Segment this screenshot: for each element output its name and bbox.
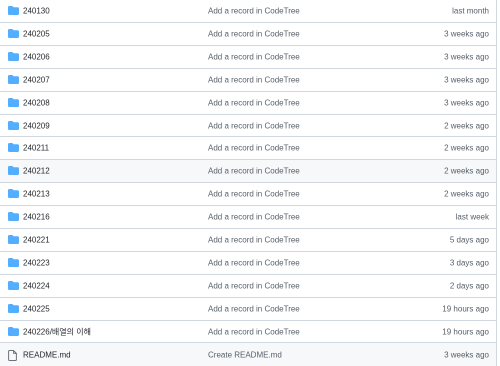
commit-message-link[interactable]: Add a record in CodeTree (208, 190, 300, 199)
commit-age: 2 days ago (449, 281, 489, 291)
folder-name-link[interactable]: 240206 (23, 52, 50, 61)
folder-icon (8, 257, 19, 268)
commit-message-link[interactable]: Add a record in CodeTree (208, 121, 300, 130)
folder-name-link[interactable]: 240225 (23, 304, 50, 313)
commit-age: 19 hours ago (442, 327, 489, 337)
folder-row[interactable]: 240213 Add a record in CodeTree 2 weeks ag… (0, 183, 496, 207)
folder-row[interactable]: 240226/배열의 이해 Add a record in CodeTree 19 … (0, 321, 496, 344)
folder-name-link[interactable]: 240208 (23, 98, 50, 107)
folder-name-link[interactable]: 240211 (23, 144, 49, 153)
folder-name-link[interactable]: 240224 (23, 281, 50, 290)
folder-icon (8, 280, 19, 291)
folder-row[interactable]: 240221 Add a record in CodeTree 5 days ago (0, 229, 496, 252)
commit-message-link[interactable]: Add a record in CodeTree (208, 98, 300, 107)
folder-icon (8, 189, 19, 199)
commit-message-link[interactable]: Create README.md (208, 350, 282, 359)
commit-message-link[interactable]: Add a record in CodeTree (208, 235, 300, 244)
folder-icon (8, 6, 19, 16)
commit-age: 3 days ago (449, 258, 489, 268)
folder-name-link[interactable]: 240207 (23, 75, 50, 84)
folder-row[interactable]: 240206 Add a record in CodeTree 3 weeks ag… (0, 46, 496, 69)
commit-age: 3 weeks ago (444, 52, 489, 62)
folder-icon (8, 234, 19, 245)
commit-age: 5 days ago (449, 235, 489, 245)
commit-age: 3 weeks ago (444, 350, 489, 360)
folder-row[interactable]: 240216 Add a record in CodeTree last week (0, 206, 496, 230)
folder-row[interactable]: 240209 Add a record in CodeTree 2 weeks ag… (0, 115, 496, 138)
commit-age: 3 weeks ago (444, 29, 489, 39)
commit-message-link[interactable]: Add a record in CodeTree (208, 52, 300, 61)
commit-message-link[interactable]: Add a record in CodeTree (208, 304, 300, 313)
folder-name-link[interactable]: 240221 (23, 235, 50, 244)
commit-age: 2 weeks ago (444, 166, 489, 176)
folder-icon (8, 326, 19, 337)
folder-row[interactable]: 240211 Add a record in CodeTree 2 weeks ag… (0, 137, 496, 161)
file-list-table: 240130 Add a record in CodeTree last month… (0, 0, 497, 366)
folder-row[interactable]: 240205 Add a record in CodeTree 3 weeks ag… (0, 23, 496, 46)
folder-icon (8, 74, 19, 85)
folder-row[interactable]: 240224 Add a record in CodeTree 2 days ago (0, 275, 496, 298)
folder-name-link[interactable]: 240205 (23, 29, 50, 38)
commit-age: 3 weeks ago (444, 98, 489, 108)
folder-name-link[interactable]: 240130 (23, 7, 50, 16)
commit-message-link[interactable]: Add a record in CodeTree (208, 327, 300, 336)
file-icon (8, 350, 19, 361)
folder-row[interactable]: 240212 Add a record in CodeTree 2 weeks ag… (0, 160, 496, 184)
folder-name-link[interactable]: 240223 (23, 258, 50, 267)
folder-icon (8, 97, 19, 108)
folder-name-link[interactable]: 240216 (23, 213, 50, 222)
folder-row[interactable]: 240223 Add a record in CodeTree 3 days ago (0, 252, 496, 275)
folder-row[interactable]: 240207 Add a record in CodeTree 3 weeks ag… (0, 69, 496, 92)
folder-icon (8, 28, 19, 39)
commit-age: last month (452, 6, 489, 16)
commit-message-link[interactable]: Add a record in CodeTree (208, 29, 300, 38)
folder-icon (8, 166, 19, 176)
commit-message-link[interactable]: Add a record in CodeTree (208, 258, 300, 267)
folder-name-link[interactable]: 240213 (23, 190, 50, 199)
folder-row[interactable]: 240208 Add a record in CodeTree 3 weeks ag… (0, 92, 496, 115)
folder-icon (8, 120, 19, 131)
folder-icon (8, 143, 19, 153)
file-row[interactable]: README.md Create README.md 3 weeks ago (0, 343, 496, 366)
folder-icon (8, 303, 19, 314)
folder-icon (8, 51, 19, 62)
commit-message-link[interactable]: Add a record in CodeTree (208, 281, 300, 290)
folder-row[interactable]: 240225 Add a record in CodeTree 19 hours a… (0, 298, 496, 321)
commit-message-link[interactable]: Add a record in CodeTree (208, 167, 300, 176)
folder-row[interactable]: 240130 Add a record in CodeTree last month (0, 0, 496, 23)
commit-age: 19 hours ago (442, 304, 489, 314)
commit-message-link[interactable]: Add a record in CodeTree (208, 213, 300, 222)
commit-age: last week (455, 212, 489, 222)
folder-name-link[interactable]: 240212 (23, 167, 50, 176)
commit-message-link[interactable]: Add a record in CodeTree (208, 144, 300, 153)
commit-age: 3 weeks ago (444, 75, 489, 85)
folder-name-link[interactable]: 240209 (23, 121, 50, 130)
commit-message-link[interactable]: Add a record in CodeTree (208, 75, 300, 84)
commit-age: 2 weeks ago (444, 143, 489, 153)
commit-message-link[interactable]: Add a record in CodeTree (208, 7, 300, 16)
folder-icon (8, 212, 19, 222)
commit-age: 2 weeks ago (444, 121, 489, 130)
folder-name-link[interactable]: 240226/배열의 이해 (23, 326, 91, 337)
commit-age: 2 weeks ago (444, 189, 489, 199)
file-name-link[interactable]: README.md (23, 350, 71, 359)
